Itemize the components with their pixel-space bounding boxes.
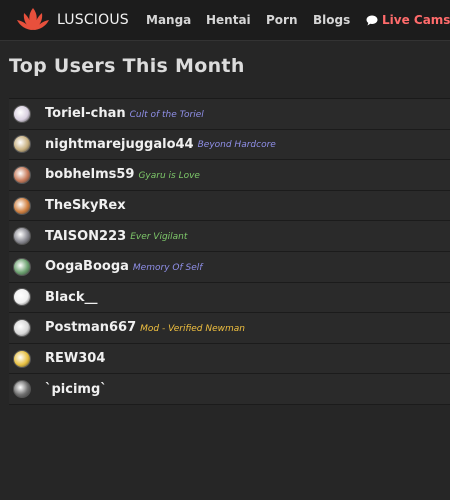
user-title-badge: Gyaru is Love bbox=[138, 170, 200, 181]
username-link[interactable]: REW304 bbox=[45, 351, 105, 366]
username-link[interactable]: nightmarejuggalo44 bbox=[45, 137, 194, 152]
user-row[interactable]: Postman667 Mod - Verified Newman bbox=[9, 313, 450, 344]
user-avatar[interactable] bbox=[13, 196, 31, 215]
user-avatar[interactable] bbox=[13, 227, 31, 246]
top-users-list: Toriel-chan Cult of the Toriel nightmareju… bbox=[9, 98, 450, 405]
user-title-badge: Mod - Verified Newman bbox=[140, 323, 245, 334]
user-avatar[interactable] bbox=[13, 288, 31, 307]
nav-link-blogs[interactable]: Blogs bbox=[313, 13, 350, 27]
nav-link-manga[interactable]: Manga bbox=[146, 13, 191, 27]
username-link[interactable]: Postman667 bbox=[45, 320, 136, 335]
user-row[interactable]: TAISON223 Ever Vigilant bbox=[9, 221, 450, 252]
user-row[interactable]: REW304 bbox=[9, 343, 450, 375]
logo-text: LUSCIOUS bbox=[57, 12, 129, 28]
user-title-badge: Ever Vigilant bbox=[130, 232, 188, 243]
username-link[interactable]: Toriel-chan bbox=[45, 106, 126, 121]
user-row[interactable]: `picimg` bbox=[9, 374, 450, 405]
user-avatar[interactable] bbox=[13, 165, 31, 184]
user-avatar[interactable] bbox=[13, 257, 31, 276]
username-link[interactable]: OogaBooga bbox=[45, 259, 129, 274]
site-logo[interactable]: LUSCIOUS bbox=[16, 5, 129, 35]
user-row[interactable]: OogaBooga Memory Of Self bbox=[9, 251, 450, 283]
chat-bubble-icon bbox=[366, 15, 378, 25]
user-row[interactable]: TheSkyRex bbox=[9, 190, 450, 222]
top-navbar: LUSCIOUS Manga Hentai Porn Blogs Live Ca… bbox=[0, 0, 450, 41]
user-title-badge: Cult of the Toriel bbox=[129, 109, 204, 120]
user-row[interactable]: bobhelms59 Gyaru is Love bbox=[9, 160, 450, 191]
username-link[interactable]: TAISON223 bbox=[45, 229, 126, 244]
nav-link-porn[interactable]: Porn bbox=[266, 13, 298, 27]
username-link[interactable]: TheSkyRex bbox=[45, 198, 126, 213]
username-link[interactable]: Black__ bbox=[45, 290, 98, 305]
user-row[interactable]: nightmarejuggalo44 Beyond Hardcore bbox=[9, 129, 450, 161]
page-title: Top Users This Month bbox=[9, 55, 245, 77]
nav-link-live-cams[interactable]: Live Cams bbox=[366, 13, 450, 27]
user-row[interactable]: Black__ bbox=[9, 282, 450, 314]
user-title-badge: Beyond Hardcore bbox=[197, 140, 276, 151]
user-title-badge: Memory Of Self bbox=[132, 262, 203, 273]
user-avatar[interactable] bbox=[13, 380, 31, 399]
user-avatar[interactable] bbox=[13, 135, 31, 154]
username-link[interactable]: `picimg` bbox=[45, 382, 107, 397]
live-cams-label: Live Cams bbox=[382, 13, 450, 27]
lotus-logo-icon bbox=[17, 8, 49, 30]
nav-link-hentai[interactable]: Hentai bbox=[206, 13, 251, 27]
user-avatar[interactable] bbox=[13, 318, 31, 337]
user-avatar[interactable] bbox=[13, 104, 31, 123]
user-row[interactable]: Toriel-chan Cult of the Toriel bbox=[9, 99, 450, 130]
username-link[interactable]: bobhelms59 bbox=[45, 167, 134, 182]
user-avatar[interactable] bbox=[13, 349, 31, 368]
